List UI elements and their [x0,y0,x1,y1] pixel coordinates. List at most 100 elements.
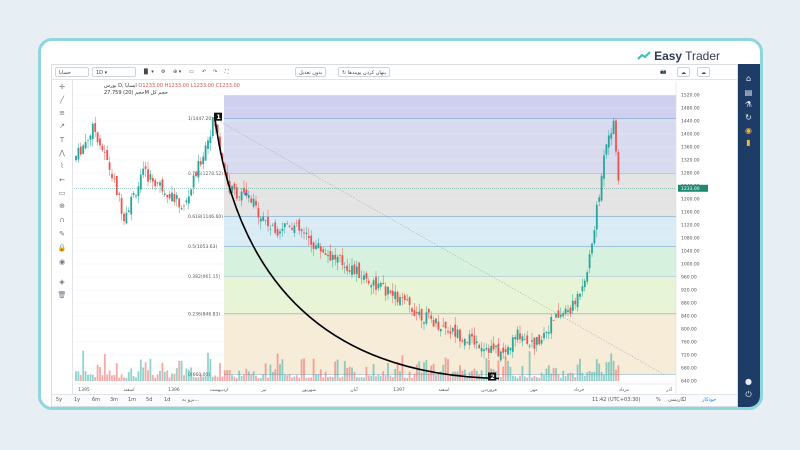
range-6m[interactable]: 6m [92,397,100,404]
auto-toggle[interactable]: خودکار [702,397,716,404]
candle-body [603,155,605,179]
candle-body [427,308,430,313]
volume-bar [411,377,413,381]
volume-bar [603,374,605,381]
adjust-button[interactable]: بدون تعدیل [295,67,327,77]
candle-body [101,145,104,151]
volume-bar [396,361,399,381]
candle-body [557,310,560,318]
candle-body [598,197,601,202]
range-5y[interactable]: 5y [56,397,62,404]
volume-bar [384,375,387,381]
volume-bar [543,374,545,381]
lock-icon[interactable]: 🔒 [57,244,67,252]
time-tick: آبان [350,387,358,393]
volume-bar [221,376,224,381]
candle-body [387,286,389,295]
volume-bar [286,375,289,381]
volume-bar [82,350,85,381]
redo-icon[interactable]: ↷ [213,67,217,77]
flask-icon[interactable]: ⚗ [743,100,754,109]
home-icon[interactable]: ⌂ [743,74,754,83]
candle-body [451,327,454,332]
price-tick: 760.00 [681,340,697,346]
candle-body [243,187,245,193]
indicators-icon[interactable]: ⚙ [161,67,165,77]
candle-body [454,324,457,337]
candle-body [528,345,531,347]
candle-body [75,155,77,161]
price-chart[interactable]: 1(1447.20)0.786(1278.52)0.618(1146.60)0.… [74,81,714,395]
volume-bar [581,372,584,381]
candle-body [310,235,313,245]
fullscreen-icon[interactable]: ⛶ [225,67,229,77]
candle-body [406,299,409,301]
hide-drawings-button[interactable]: ↻ پنهان کردن پویندها [338,67,391,77]
candle-body [521,336,524,342]
candle-body [199,161,202,165]
volume-bar [372,363,375,381]
text-icon[interactable]: T [57,136,67,144]
volume-bar [202,376,205,381]
candle-body [588,254,591,269]
range-3m[interactable]: 3m [110,397,118,404]
template-icon[interactable]: ▭ [189,67,194,77]
volume-bar [363,377,365,381]
fibonacci-icon[interactable]: ≡ [57,109,67,117]
measure-icon[interactable]: ▭ [57,189,67,197]
volume-bar [437,373,440,381]
chart-area[interactable]: 1(1447.20) 0.786(1278.52) 0.618(1146.60) 0.… [74,81,714,395]
trendline-icon[interactable]: ╱ [57,96,67,104]
chart-type-icon[interactable]: ▐▌ ▾ [142,67,154,77]
time-axis[interactable]: 1395 اسفند 1396 اردیبهشت تیر شهریور آبان 1397 اس… [74,383,676,393]
power-icon[interactable]: ⏻ [743,390,754,399]
magnet-icon[interactable]: ∩ [57,216,67,224]
eye-icon[interactable]: ◉ [743,126,754,135]
volume-bar [377,374,380,381]
candle-body [612,120,615,135]
volume-bar [233,376,236,381]
zoom-icon[interactable]: ⊕ [57,202,67,210]
interval-select[interactable]: 1D ▾ [92,67,136,77]
book-icon[interactable]: ▤ [743,88,754,97]
refresh-icon[interactable]: ↻ [743,113,754,122]
compare-icon[interactable]: ⊕ ▾ [173,67,181,77]
log-toggle[interactable]: لگاریتمی [668,397,686,404]
chat-icon[interactable]: ● [743,377,754,386]
pattern-icon[interactable]: ⋀ [57,149,67,157]
time-tick: اسفند [438,388,449,393]
candle-body [149,174,152,180]
goto-date[interactable]: برو به... [182,397,199,404]
symbol-search-input[interactable]: خسایا [55,67,89,77]
volume-bar [259,377,262,381]
crosshair-icon[interactable]: ✛ [57,83,67,91]
undo-icon[interactable]: ↶ [202,67,206,77]
cloud-upload-icon[interactable]: ☁ [697,67,710,77]
stay-drawing-icon[interactable]: ✎ [57,230,67,238]
volume-bar [247,371,250,381]
legend-volume: حجم (20) 27.759M حجم کل [104,90,168,96]
range-5d[interactable]: 5d [146,397,152,404]
candle-body [159,182,161,186]
chart-icon[interactable]: ▮ [743,138,754,147]
eye-icon[interactable]: ◉ [57,258,67,266]
trash-icon[interactable]: 🗑 [57,291,67,299]
candle-body [480,348,483,352]
range-1y[interactable]: 1y [74,397,80,404]
volume-bar [327,377,329,381]
fib-band-0.618 [224,216,676,247]
range-1m[interactable]: 1m [128,397,136,404]
forecast-icon[interactable]: ⌇ [57,162,67,170]
percent-toggle[interactable]: % [656,397,661,404]
back-icon[interactable]: ← [57,176,67,184]
layers-icon[interactable]: ◈ [57,278,67,286]
volume-bar [252,371,255,381]
volume-bar [336,359,339,381]
range-1d[interactable]: 1d [164,397,170,404]
price-tick: 1440.00 [681,119,700,125]
camera-icon[interactable]: 📷 [660,67,666,77]
fibonacci-retracement[interactable]: 1(1447.20)0.786(1278.52)0.618(1146.60)0.… [188,95,676,378]
candle-body [437,321,440,330]
brush-icon[interactable]: ↗ [57,122,67,130]
cloud-icon[interactable]: ☁ [677,67,690,77]
